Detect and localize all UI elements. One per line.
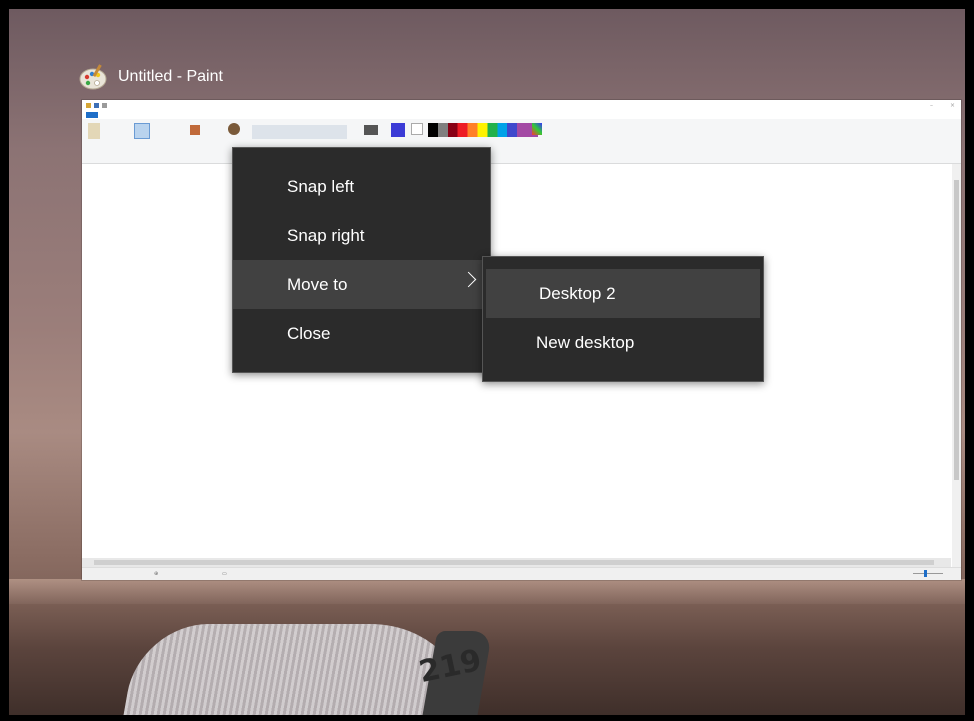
window-title: Untitled - Paint <box>118 68 223 85</box>
zoom-slider <box>913 573 943 574</box>
edit-colors-icon <box>532 123 542 135</box>
menu-item-label: Close <box>287 323 331 343</box>
paint-ribbon <box>82 119 961 164</box>
close-icon: × <box>949 102 955 109</box>
submenu-item-label: New desktop <box>536 332 635 352</box>
brushes-icon <box>228 123 240 135</box>
color-palette <box>428 123 538 137</box>
submenu-item-label: Desktop 2 <box>539 283 616 303</box>
menu-item-snap-left[interactable]: Snap left <box>233 162 490 211</box>
file-tab <box>86 111 98 118</box>
task-view-window-header[interactable]: Untitled - Paint <box>78 62 223 92</box>
paint-ribbon-tabs <box>82 110 961 119</box>
paint-title-bar <box>82 100 961 110</box>
size-icon <box>364 125 378 135</box>
cursor-position-icon: ⊕ <box>154 571 159 577</box>
paint-status-bar: ⊕ ▭ <box>82 567 961 580</box>
minimize-icon: – <box>930 102 933 109</box>
zoom-slider-knob <box>924 570 927 577</box>
menu-item-move-to[interactable]: Move to <box>233 260 490 309</box>
submenu-item-new-desktop[interactable]: New desktop <box>483 318 763 367</box>
pencil-icon <box>190 125 200 135</box>
menu-item-snap-right[interactable]: Snap right <box>233 211 490 260</box>
color1-swatch <box>391 123 405 137</box>
move-to-submenu: Desktop 2 New desktop <box>482 256 764 382</box>
window-context-menu: Snap left Snap right Move to Close <box>232 147 491 373</box>
canvas-size-indicator: ▭ <box>222 571 227 577</box>
paint-palette-icon <box>78 62 108 92</box>
select-icon <box>134 123 150 139</box>
color2-swatch <box>411 123 423 135</box>
menu-item-label: Snap left <box>287 176 355 196</box>
vertical-scrollbar-thumb <box>954 180 959 480</box>
view-tab <box>116 112 129 118</box>
wallpaper-horizon <box>9 579 965 607</box>
menu-item-label: Move to <box>287 274 348 294</box>
paste-icon <box>88 123 100 139</box>
shapes-gallery <box>252 125 347 139</box>
menu-item-label: Snap right <box>287 225 365 245</box>
horizontal-scrollbar-thumb <box>94 560 934 565</box>
submenu-item-desktop-2[interactable]: Desktop 2 <box>486 269 760 318</box>
home-tab <box>101 112 114 118</box>
chevron-right-icon <box>460 271 477 288</box>
menu-item-close[interactable]: Close <box>233 309 490 358</box>
